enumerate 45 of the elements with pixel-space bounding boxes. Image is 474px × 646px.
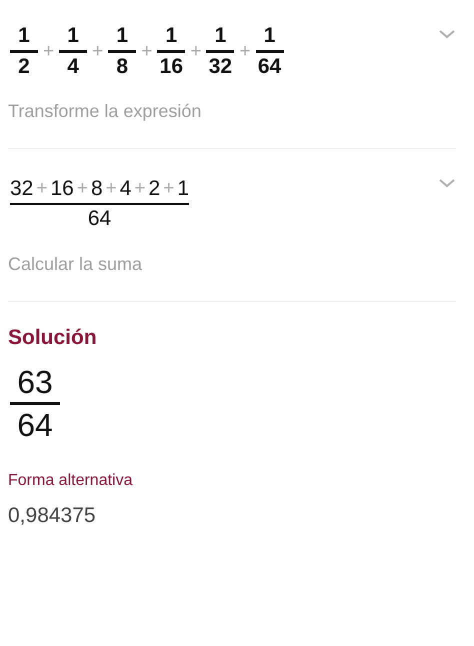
denominator: 64 bbox=[17, 407, 53, 444]
step-caption: Calcular la suma bbox=[8, 254, 144, 275]
plus-sign: + bbox=[104, 178, 118, 200]
plus-sign: + bbox=[238, 40, 252, 63]
fraction-bar bbox=[108, 50, 136, 54]
plus-sign: + bbox=[35, 178, 48, 200]
decimal-value: 0,984375 bbox=[8, 504, 96, 528]
denominator: 32 bbox=[208, 55, 232, 80]
plus-sign: + bbox=[42, 40, 56, 63]
plus-sign: + bbox=[189, 40, 202, 63]
numerator: 63 bbox=[17, 364, 53, 400]
denominator: 64 bbox=[88, 207, 112, 232]
alternative-form-label: Forma alternativa bbox=[8, 472, 132, 490]
plus-sign: + bbox=[91, 40, 104, 63]
numerator: 1 bbox=[18, 24, 30, 48]
number: 2 bbox=[148, 177, 160, 202]
numerator: 1 bbox=[214, 24, 226, 48]
fraction-bar bbox=[256, 50, 284, 54]
chevron-icon[interactable] bbox=[438, 28, 456, 40]
step-caption: Transforme la expresión bbox=[8, 101, 202, 122]
denominator: 4 bbox=[67, 55, 79, 80]
number: 1 bbox=[177, 177, 190, 202]
plus-sign: + bbox=[133, 178, 147, 200]
fraction-bar bbox=[59, 50, 88, 54]
fraction-bar bbox=[206, 50, 234, 54]
chevron-icon[interactable] bbox=[438, 177, 456, 190]
fraction-bar bbox=[10, 50, 38, 54]
numerator: 1 bbox=[67, 24, 79, 48]
plus-sign: + bbox=[76, 178, 89, 200]
numerator: 1 bbox=[165, 24, 178, 48]
fraction-bar bbox=[157, 50, 186, 54]
solution-title: Solución bbox=[8, 326, 97, 350]
denominator: 8 bbox=[116, 55, 128, 80]
plus-sign: + bbox=[162, 178, 176, 200]
number: 8 bbox=[90, 177, 103, 202]
number: 4 bbox=[120, 177, 132, 202]
plus-sign: + bbox=[140, 40, 154, 63]
denominator: 16 bbox=[160, 55, 183, 80]
numerator: 1 bbox=[264, 24, 276, 48]
number: 16 bbox=[50, 177, 74, 202]
number: 32 bbox=[10, 177, 34, 202]
numerator: 1 bbox=[116, 24, 128, 48]
denominator: 64 bbox=[258, 55, 282, 80]
denominator: 2 bbox=[18, 55, 30, 80]
fraction-bar bbox=[10, 402, 60, 406]
